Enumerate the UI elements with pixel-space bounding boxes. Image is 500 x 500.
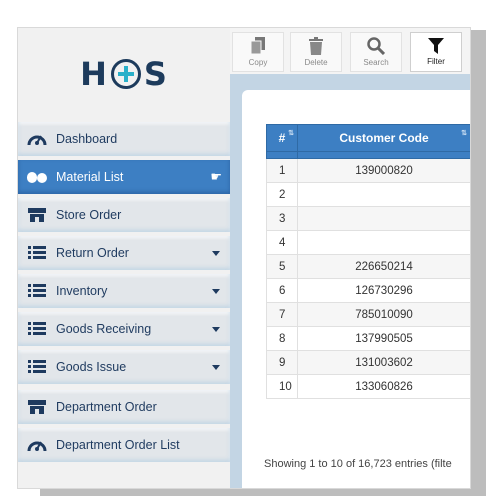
sidebar-item-label: Store Order <box>56 208 122 222</box>
hand-pointer-icon: ☛ <box>210 169 222 184</box>
filter-button[interactable]: Filter <box>410 32 462 72</box>
sidebar-item-inventory[interactable]: Inventory <box>18 274 230 308</box>
logo-letter-h: H <box>80 55 108 93</box>
table-row[interactable]: 8 137990505 <box>266 326 470 351</box>
logo: H S <box>18 28 230 120</box>
list-icon <box>26 242 48 264</box>
table-row[interactable]: 6 126730296 <box>266 278 470 303</box>
sidebar-item-department-order-list[interactable]: Department Order List <box>18 428 230 462</box>
sidebar-item-material-list[interactable]: Material List ☛ <box>18 160 230 194</box>
chevron-down-icon <box>212 364 220 370</box>
sidebar-item-store-order[interactable]: Store Order <box>18 198 230 232</box>
delete-button[interactable]: Delete <box>290 32 342 72</box>
sidebar-item-label: Goods Receiving <box>56 322 152 336</box>
search-label: Search <box>363 58 389 67</box>
filter-icon <box>428 38 444 54</box>
table-panel: # ⇅ Customer Code ⇅ 1 139000820 2 3 4 5 2266… <box>242 90 470 488</box>
filter-label: Filter <box>427 57 445 66</box>
sidebar-item-label: Goods Issue <box>56 360 127 374</box>
table-row[interactable]: 7 785010090 <box>266 302 470 327</box>
sort-icon: ⇅ <box>461 130 467 137</box>
sidebar-item-label: Department Order <box>56 400 157 414</box>
delete-label: Delete <box>304 58 328 67</box>
column-header-number[interactable]: # ⇅ <box>266 124 298 152</box>
sidebar-item-label: Material List <box>56 170 124 184</box>
toolbar: Copy Delete Search Filter <box>230 28 470 75</box>
sidebar-item-goods-receiving[interactable]: Goods Receiving <box>18 312 230 346</box>
customer-table: # ⇅ Customer Code ⇅ 1 139000820 2 3 4 5 2266… <box>266 124 470 399</box>
sidebar-item-goods-issue[interactable]: Goods Issue <box>18 350 230 384</box>
list-icon <box>26 356 48 378</box>
copy-icon <box>250 37 265 55</box>
trash-icon <box>309 37 323 55</box>
store-icon <box>26 396 48 418</box>
sidebar-item-label: Inventory <box>56 284 108 298</box>
logo-plus-icon <box>110 59 141 89</box>
copy-label: Copy <box>248 58 268 67</box>
sidebar-item-label: Dashboard <box>56 132 118 146</box>
sort-icon: ⇅ <box>288 130 294 137</box>
table-info: Showing 1 to 10 of 16,723 entries (filte <box>264 458 452 470</box>
list-icon <box>26 318 48 340</box>
chevron-down-icon <box>212 250 220 256</box>
store-icon <box>26 204 48 226</box>
pills-icon <box>26 166 48 188</box>
table-row[interactable]: 10 133060826 <box>266 374 470 399</box>
copy-button[interactable]: Copy <box>232 32 284 72</box>
chevron-down-icon <box>212 288 220 294</box>
table-row[interactable]: 3 <box>266 206 470 231</box>
sidebar: H S Dashboard Material List ☛ Store Orde… <box>18 28 230 488</box>
table-row[interactable]: 9 131003602 <box>266 350 470 375</box>
table-row[interactable]: 1 139000820 <box>266 158 470 183</box>
column-header-customer-code[interactable]: Customer Code ⇅ <box>297 124 470 152</box>
sidebar-item-department-order[interactable]: Department Order <box>18 390 230 424</box>
table-row[interactable]: 4 <box>266 230 470 255</box>
list-icon <box>26 280 48 302</box>
sidebar-item-return-order[interactable]: Return Order <box>18 236 230 270</box>
sidebar-item-label: Return Order <box>56 246 129 260</box>
sidebar-item-dashboard[interactable]: Dashboard <box>18 122 230 156</box>
table-row[interactable]: 2 <box>266 182 470 207</box>
gauge-icon <box>26 434 48 456</box>
table-row[interactable]: 5 226650214 <box>266 254 470 279</box>
content-area: # ⇅ Customer Code ⇅ 1 139000820 2 3 4 5 2266… <box>230 74 470 488</box>
gauge-icon <box>26 128 48 150</box>
search-button[interactable]: Search <box>350 32 402 72</box>
chevron-down-icon <box>212 326 220 332</box>
app-window: H S Dashboard Material List ☛ Store Orde… <box>18 28 470 488</box>
sidebar-item-label: Department Order List <box>56 438 180 452</box>
logo-letter-s: S <box>143 55 168 93</box>
search-icon <box>367 37 385 55</box>
